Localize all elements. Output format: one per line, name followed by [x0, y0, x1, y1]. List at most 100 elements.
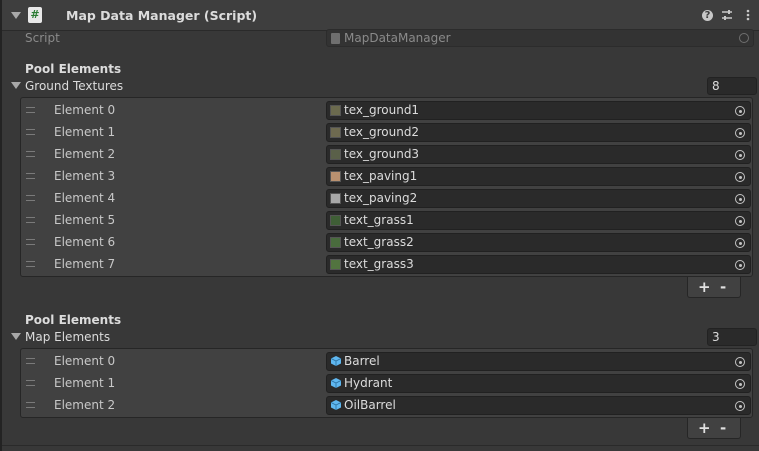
element-label: Element 6	[54, 235, 116, 249]
drag-handle-icon[interactable]	[26, 107, 35, 113]
texture-thumbnail-icon	[330, 193, 341, 204]
object-field[interactable]: text_grass1	[326, 211, 751, 230]
object-value: text_grass1	[344, 213, 414, 227]
texture-thumbnail-icon	[330, 171, 341, 182]
help-icon[interactable]: ?	[702, 10, 713, 21]
object-field[interactable]: tex_ground1	[326, 101, 751, 120]
drag-handle-icon[interactable]	[26, 129, 35, 135]
object-picker-icon[interactable]	[735, 260, 745, 270]
object-field[interactable]: Barrel	[326, 352, 751, 371]
object-value: text_grass2	[344, 235, 414, 249]
object-value: Barrel	[344, 354, 380, 368]
section-heading: Pool Elements	[25, 313, 122, 327]
element-label: Element 0	[54, 354, 116, 368]
object-value: OilBarrel	[344, 398, 396, 412]
element-label: Element 3	[54, 169, 116, 183]
drag-handle-icon[interactable]	[26, 380, 35, 386]
texture-thumbnail-icon	[330, 127, 341, 138]
add-element-button[interactable]: +	[698, 278, 711, 296]
texture-thumbnail-icon	[330, 237, 341, 248]
object-field[interactable]: text_grass2	[326, 233, 751, 252]
object-picker-icon[interactable]	[735, 172, 745, 182]
list-item: Element 6 text_grass2	[21, 231, 752, 253]
drag-handle-icon[interactable]	[26, 173, 35, 179]
object-field[interactable]: tex_ground2	[326, 123, 751, 142]
object-picker-icon[interactable]	[735, 238, 745, 248]
map-elements-list: Element 0 Barrel Element 1 Hydrant Eleme…	[20, 348, 753, 418]
element-label: Element 7	[54, 257, 116, 271]
remove-element-button[interactable]: -	[720, 278, 726, 296]
prefab-cube-icon	[330, 400, 342, 410]
list-size-input[interactable]: 8	[707, 77, 757, 95]
object-field[interactable]: Hydrant	[326, 374, 751, 393]
list-label-ground-textures[interactable]: Ground Textures	[25, 79, 123, 93]
drag-handle-icon[interactable]	[26, 239, 35, 245]
list-footer: + -	[687, 277, 741, 298]
foldout-arrow-icon[interactable]	[11, 82, 21, 89]
object-value: tex_ground3	[344, 147, 420, 161]
add-element-button[interactable]: +	[698, 419, 711, 437]
script-field: MapDataManager	[326, 29, 754, 47]
object-picker-icon[interactable]	[735, 106, 745, 116]
object-field[interactable]: tex_ground3	[326, 145, 751, 164]
list-item: Element 5 text_grass1	[21, 209, 752, 231]
ground-textures-list: Element 0 tex_ground1 Element 1 tex_grou…	[20, 97, 753, 277]
list-size-input[interactable]: 3	[707, 328, 757, 346]
foldout-arrow-icon[interactable]	[11, 333, 21, 340]
section-heading: Pool Elements	[25, 62, 122, 76]
object-picker-icon[interactable]	[735, 128, 745, 138]
list-item: Element 2 tex_ground3	[21, 143, 752, 165]
drag-handle-icon[interactable]	[26, 261, 35, 267]
object-value: tex_paving1	[344, 169, 418, 183]
object-value: tex_ground2	[344, 125, 420, 139]
texture-thumbnail-icon	[330, 259, 341, 270]
object-picker-icon[interactable]	[735, 150, 745, 160]
object-picker-icon	[739, 33, 749, 43]
drag-handle-icon[interactable]	[26, 151, 35, 157]
script-file-icon	[331, 33, 340, 44]
component-title: Map Data Manager (Script)	[66, 8, 258, 23]
object-picker-icon[interactable]	[735, 379, 745, 389]
element-label: Element 2	[54, 398, 116, 412]
list-item: Element 3 tex_paving1	[21, 165, 752, 187]
list-item: Element 0 Barrel	[21, 350, 752, 372]
remove-element-button[interactable]: -	[720, 419, 726, 437]
element-label: Element 4	[54, 191, 116, 205]
object-field[interactable]: tex_paving2	[326, 189, 751, 208]
context-menu-icon[interactable]	[741, 8, 755, 22]
inspector-panel: # Map Data Manager (Script) ? Script Map…	[0, 0, 759, 451]
element-label: Element 1	[54, 376, 116, 390]
texture-thumbnail-icon	[330, 149, 341, 160]
list-item: Element 2 OilBarrel	[21, 394, 752, 416]
presets-icon[interactable]	[720, 8, 734, 22]
drag-handle-icon[interactable]	[26, 402, 35, 408]
object-picker-icon[interactable]	[735, 357, 745, 367]
script-icon: #	[28, 7, 42, 23]
object-picker-icon[interactable]	[735, 194, 745, 204]
object-value: tex_paving2	[344, 191, 418, 205]
object-value: text_grass3	[344, 257, 414, 271]
divider	[2, 445, 759, 446]
object-field[interactable]: text_grass3	[326, 255, 751, 274]
object-picker-icon[interactable]	[735, 401, 745, 411]
object-value: Hydrant	[344, 376, 393, 390]
element-label: Element 2	[54, 147, 116, 161]
object-field[interactable]: tex_paving1	[326, 167, 751, 186]
object-picker-icon[interactable]	[735, 216, 745, 226]
component-header[interactable]: # Map Data Manager (Script) ?	[2, 0, 759, 31]
prefab-cube-icon	[330, 378, 342, 388]
list-label-map-elements[interactable]: Map Elements	[25, 330, 110, 344]
list-item: Element 1 Hydrant	[21, 372, 752, 394]
element-label: Element 1	[54, 125, 116, 139]
list-item: Element 0 tex_ground1	[21, 99, 752, 121]
object-value: tex_ground1	[344, 103, 420, 117]
object-field[interactable]: OilBarrel	[326, 396, 751, 415]
drag-handle-icon[interactable]	[26, 217, 35, 223]
list-footer: + -	[687, 418, 741, 439]
drag-handle-icon[interactable]	[26, 358, 35, 364]
texture-thumbnail-icon	[330, 105, 341, 116]
foldout-arrow-icon[interactable]	[11, 12, 21, 19]
element-label: Element 5	[54, 213, 116, 227]
drag-handle-icon[interactable]	[26, 195, 35, 201]
list-item: Element 1 tex_ground2	[21, 121, 752, 143]
